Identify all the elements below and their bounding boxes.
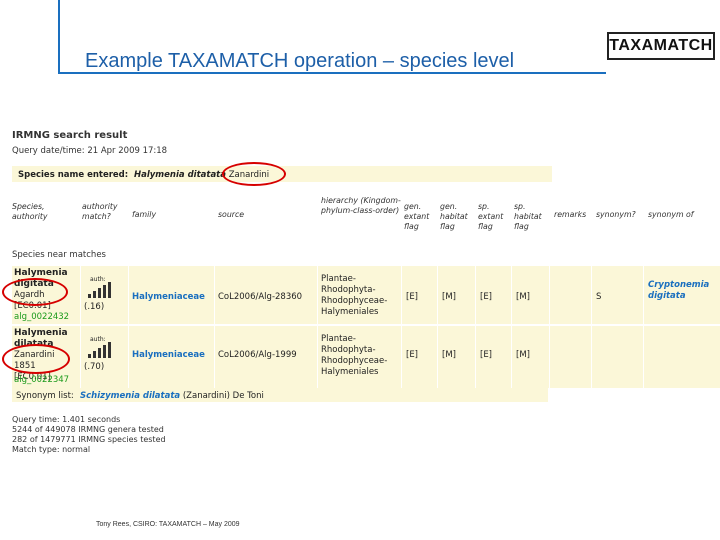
header-gen-habitat: gen. habitat flag <box>440 202 468 231</box>
epithet-text: dilatata <box>14 339 54 349</box>
family-link[interactable]: Halymeniaceae <box>132 350 205 360</box>
source-text: CoL2006/Alg-28360 <box>218 292 303 302</box>
header-synonym-of: synonym of <box>648 210 694 219</box>
genus-text: Halymenia <box>14 328 68 338</box>
slide-footer: Tony Rees, CSIRO: TAXAMATCH – May 2009 <box>96 521 240 528</box>
genera-tested: 5244 of 449078 IRMNG genera tested <box>12 425 164 434</box>
class: Rhodophyceae- <box>321 296 388 306</box>
gen-extant-flag: [E] <box>406 350 419 360</box>
slide-title: Example TAXAMATCH operation – species le… <box>85 50 515 72</box>
synonym-name-link[interactable]: Schizymenia dilatata <box>80 391 180 401</box>
synonym-list-value: Schizymenia dilatata (Zanardini) De Toni <box>80 391 264 401</box>
match-type: Match type: normal <box>12 445 91 454</box>
synonym-list-label: Synonym list: <box>16 391 74 401</box>
sp-extant-flag: [E] <box>480 292 493 302</box>
entered-value: Halymenia ditatata Zanardini <box>134 170 269 180</box>
header-hierarchy: hierarchy (Kingdom-phylum-class-order) <box>321 196 401 215</box>
column-divider <box>475 266 476 388</box>
header-family: family <box>132 210 157 219</box>
column-divider <box>214 266 215 388</box>
column-divider <box>128 266 129 388</box>
gen-extant-flag: [E] <box>406 292 419 302</box>
column-divider <box>80 266 81 388</box>
synonym-genus: Cryptonemia <box>648 280 710 290</box>
species-id-link[interactable]: alg_0022432 <box>14 312 69 322</box>
species-id-link[interactable]: alg_0022347 <box>14 375 69 385</box>
order: Halymeniales <box>321 367 379 377</box>
hierarchy-text: Plantae- Rhodophyta- Rhodophyceae- Halym… <box>321 274 387 318</box>
entered-label: Species name entered: <box>18 170 129 180</box>
match-bars-icon <box>88 342 111 358</box>
author-code: [EC0.01] <box>14 301 51 311</box>
author-year: 1851 <box>14 361 36 371</box>
genus-text: Halymenia <box>14 268 68 278</box>
header-sp-extant: sp. extant flag <box>478 202 504 231</box>
sp-habitat-flag: [M] <box>516 350 530 360</box>
species-name[interactable]: Halymenia digitata <box>14 268 68 290</box>
synonym-author: (Zanardini) De Toni <box>182 391 264 401</box>
entered-author: Zanardini <box>228 170 270 180</box>
header-remarks: remarks <box>554 210 587 219</box>
header-synonym: synonym? <box>596 210 636 219</box>
header-source: source <box>218 210 245 219</box>
query-time: Query time: 1.401 seconds <box>12 415 121 424</box>
sp-extant-flag: [E] <box>480 350 493 360</box>
author-text: Agardh <box>14 290 45 300</box>
column-divider <box>317 266 318 388</box>
class: Rhodophyceae- <box>321 356 388 366</box>
column-divider <box>511 266 512 388</box>
sp-habitat-flag: [M] <box>516 292 530 302</box>
gen-habitat-flag: [M] <box>442 350 456 360</box>
kingdom: Plantae- <box>321 334 356 344</box>
entered-genus-species: Halymenia ditatata <box>134 170 226 180</box>
column-divider <box>643 266 644 388</box>
species-tested: 282 of 1479771 IRMNG species tested <box>12 435 166 444</box>
synonym-flag: S <box>596 292 602 302</box>
header-gen-extant: gen. extant flag <box>404 202 430 231</box>
match-score: (.16) <box>84 302 105 312</box>
species-author: Agardh [EC0.01] <box>14 290 51 312</box>
phylum: Rhodophyta- <box>321 345 376 355</box>
match-bars-icon <box>88 282 111 298</box>
hierarchy-text: Plantae- Rhodophyta- Rhodophyceae- Halym… <box>321 334 387 378</box>
gen-habitat-flag: [M] <box>442 292 456 302</box>
title-vertical-rule <box>58 0 60 72</box>
query-stats: Query time: 1.401 seconds 5244 of 449078… <box>12 415 166 455</box>
species-name[interactable]: Halymenia dilatata <box>14 328 68 350</box>
match-score: (.70) <box>84 362 105 372</box>
query-date: Query date/time: 21 Apr 2009 17:18 <box>12 146 168 156</box>
column-divider <box>591 266 592 388</box>
family-link[interactable]: Halymeniaceae <box>132 292 205 302</box>
source-text: CoL2006/Alg-1999 <box>218 350 297 360</box>
column-divider <box>437 266 438 388</box>
kingdom: Plantae- <box>321 274 356 284</box>
order: Halymeniales <box>321 307 379 317</box>
column-divider <box>401 266 402 388</box>
header-species: Species, authority <box>12 202 48 221</box>
synonym-epithet: digitata <box>648 291 686 301</box>
column-divider <box>549 266 550 388</box>
epithet-text: digitata <box>14 279 54 289</box>
near-matches-label: Species near matches <box>12 250 106 260</box>
header-authority-match: authority match? <box>82 202 118 221</box>
phylum: Rhodophyta- <box>321 285 376 295</box>
taxamatch-logo: TAXAMATCH <box>607 32 715 60</box>
header-sp-habitat: sp. habitat flag <box>514 202 542 231</box>
result-title: IRMNG search result <box>12 130 128 141</box>
synonym-of-link[interactable]: Cryptonemia digitata <box>648 280 709 302</box>
author-text: Zanardini <box>14 350 55 360</box>
